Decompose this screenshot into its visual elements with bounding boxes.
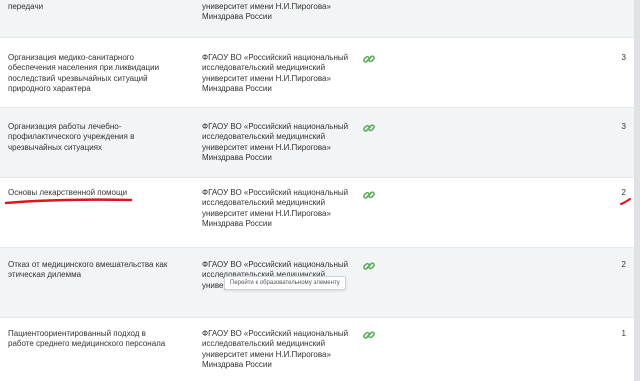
element-count: 3 [621,122,626,131]
course-title[interactable]: Организация медико-санитарного обеспечен… [8,53,173,94]
table-row[interactable]: Основы лекарственной помощи ФГАОУ ВО «Ро… [0,178,634,248]
element-count: 2 [621,260,626,269]
organization-name: ФГАОУ ВО «Российский национальный исслед… [202,122,349,162]
link-icon[interactable] [362,188,376,202]
table-row[interactable]: Организация работы лечебно-профилактичес… [0,108,634,178]
link-icon[interactable] [362,259,376,273]
organization-name: ФГАОУ ВО «Российский национальный исслед… [202,329,349,369]
course-title[interactable]: Основы лекарственной помощи [8,188,173,198]
table-row[interactable]: передачи университет имени Н.И.Пирогова»… [0,0,634,38]
organization-name: ФГАОУ ВО «Российский национальный исслед… [202,188,349,228]
element-count: 2 [621,188,626,197]
scrollbar[interactable] [634,0,640,381]
link-icon[interactable] [362,121,376,135]
element-count: 1 [621,329,626,338]
table-row[interactable]: Организация медико-санитарного обеспечен… [0,38,634,108]
course-title[interactable]: передачи [8,2,173,12]
element-count: 3 [621,53,626,62]
courses-table: передачи университет имени Н.И.Пирогова»… [0,0,640,381]
organization-name: ФГАОУ ВО «Российский национальный исслед… [202,53,349,93]
link-icon[interactable] [362,328,376,342]
course-title[interactable]: Пациентоориентированный подход в работе … [8,329,173,350]
course-title[interactable]: Отказ от медицинского вмешательства как … [8,260,173,281]
table-row[interactable]: Пациентоориентированный подход в работе … [0,318,634,381]
tooltip: Перейти к образовательному элементу [224,276,346,290]
course-title[interactable]: Организация работы лечебно-профилактичес… [8,122,173,153]
link-icon[interactable] [362,52,376,66]
organization-name: университет имени Н.И.Пирогова» Минздрав… [202,2,331,22]
